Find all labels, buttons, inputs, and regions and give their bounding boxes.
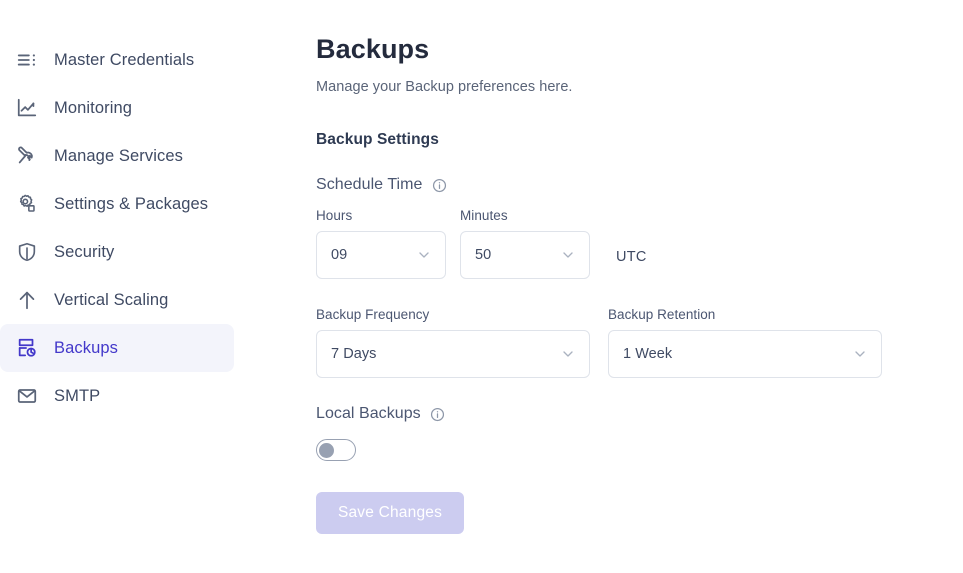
minutes-field: Minutes 50 (460, 208, 590, 280)
minutes-value: 50 (475, 247, 492, 264)
info-icon[interactable] (432, 178, 447, 193)
local-backups-toggle[interactable] (316, 439, 356, 462)
backup-retention-label: Backup Retention (608, 307, 716, 323)
sidebar-item-security[interactable]: Security (0, 228, 234, 276)
page-title: Backups (316, 34, 430, 64)
envelope-icon (14, 383, 40, 409)
sidebar: Master Credentials Monitoring Manage Ser… (0, 0, 300, 573)
backup-frequency-label: Backup Frequency (316, 307, 430, 323)
sidebar-item-vertical-scaling[interactable]: Vertical Scaling (0, 276, 234, 324)
up-arrow-icon (14, 287, 40, 313)
sidebar-item-label: Backups (54, 338, 118, 357)
hours-label: Hours (316, 208, 353, 224)
sidebar-item-label: Master Credentials (54, 50, 195, 69)
sidebar-item-manage-services[interactable]: Manage Services (0, 132, 234, 180)
sidebar-item-backups[interactable]: Backups (0, 324, 234, 372)
sidebar-item-label: Security (54, 242, 115, 261)
hours-select[interactable]: 09 (316, 231, 446, 280)
save-changes-button[interactable]: Save Changes (316, 492, 464, 535)
local-backups-header: Local Backups (316, 405, 963, 423)
wrench-icon (14, 143, 40, 169)
backup-retention-field: Backup Retention 1 Week (608, 307, 882, 379)
gear-icon (14, 191, 40, 217)
main-content: Backups Manage your Backup preferences h… (300, 0, 963, 573)
schedule-time-label: Schedule Time (316, 176, 423, 194)
backup-retention-select[interactable]: 1 Week (608, 330, 882, 379)
sidebar-item-settings-packages[interactable]: Settings & Packages (0, 180, 234, 228)
toggle-knob (319, 442, 334, 458)
server-refresh-icon (14, 335, 40, 361)
section-title-backup-settings: Backup Settings (316, 131, 439, 149)
timezone-label: UTC (616, 249, 647, 266)
sidebar-item-label: Monitoring (54, 98, 133, 117)
sidebar-item-label: Settings & Packages (54, 194, 209, 213)
backup-frequency-field: Backup Frequency 7 Days (316, 307, 590, 379)
minutes-select[interactable]: 50 (460, 231, 590, 280)
backup-frequency-select[interactable]: 7 Days (316, 330, 590, 379)
minutes-label: Minutes (460, 208, 508, 224)
sidebar-item-label: Vertical Scaling (54, 290, 169, 309)
hours-value: 09 (331, 247, 348, 264)
local-backups-label: Local Backups (316, 405, 421, 423)
list-menu-icon (14, 47, 40, 73)
shield-icon (14, 239, 40, 265)
backup-frequency-value: 7 Days (331, 346, 377, 363)
backup-retention-value: 1 Week (623, 346, 673, 363)
sidebar-item-label: Manage Services (54, 146, 183, 165)
sidebar-item-smtp[interactable]: SMTP (0, 372, 234, 420)
hours-field: Hours 09 (316, 208, 446, 280)
page-subtitle: Manage your Backup preferences here. (316, 79, 573, 96)
backup-options-row: Backup Frequency 7 Days Backup Retention… (316, 307, 963, 379)
sidebar-item-master-credentials[interactable]: Master Credentials (0, 36, 234, 84)
backups-settings-page: Master Credentials Monitoring Manage Ser… (0, 0, 963, 573)
line-chart-icon (14, 95, 40, 121)
sidebar-item-label: SMTP (54, 386, 101, 405)
schedule-time-row: Hours 09 Minutes 50 UTC (316, 208, 963, 280)
schedule-time-header: Schedule Time (316, 176, 963, 194)
info-icon[interactable] (430, 407, 445, 422)
sidebar-item-monitoring[interactable]: Monitoring (0, 84, 234, 132)
